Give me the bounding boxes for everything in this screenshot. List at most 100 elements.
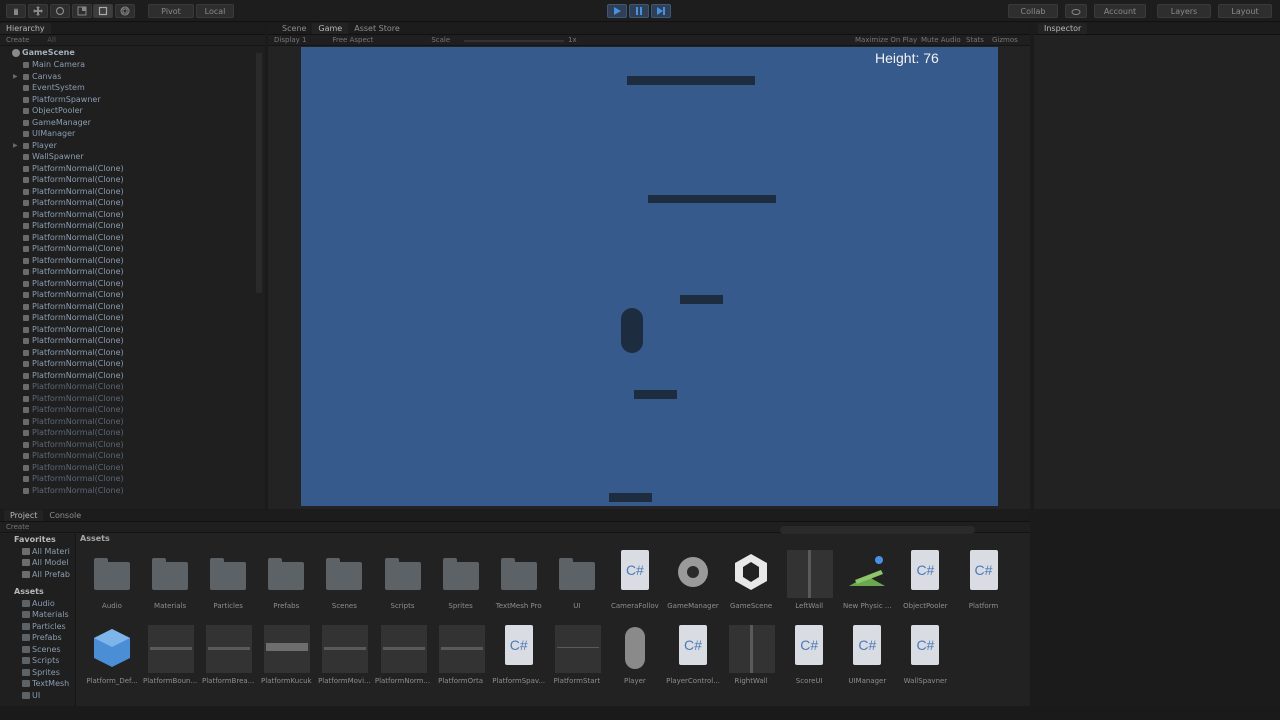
hierarchy-item[interactable]: PlatformNormal(Clone)	[0, 163, 265, 175]
hierarchy-item[interactable]: PlatformNormal(Clone)	[0, 393, 265, 405]
asset-item[interactable]: UI	[548, 550, 606, 610]
hierarchy-item[interactable]: PlatformNormal(Clone)	[0, 416, 265, 428]
folder-tree-item[interactable]: Prefabs	[0, 632, 75, 644]
hierarchy-scrollbar[interactable]	[256, 53, 262, 293]
hierarchy-create-button[interactable]: Create	[6, 36, 29, 44]
hierarchy-item[interactable]: PlatformNormal(Clone)	[0, 473, 265, 485]
tab-inspector[interactable]: Inspector	[1038, 23, 1088, 34]
hierarchy-item[interactable]: WallSpawner	[0, 151, 265, 163]
asset-item[interactable]: Player	[606, 625, 664, 685]
tab-scene[interactable]: Scene	[276, 23, 312, 34]
favorite-item[interactable]: All Materi	[0, 546, 75, 558]
project-search-input[interactable]	[780, 526, 975, 534]
pivot-toggle[interactable]: Pivot	[148, 4, 194, 18]
asset-item[interactable]: Scenes	[315, 550, 373, 610]
asset-item[interactable]: Particles	[199, 550, 257, 610]
hierarchy-item[interactable]: PlatformNormal(Clone)	[0, 450, 265, 462]
hierarchy-item[interactable]: ▶ Canvas	[0, 71, 265, 83]
hierarchy-item[interactable]: PlatformNormal(Clone)	[0, 243, 265, 255]
asset-item[interactable]: Materials	[141, 550, 199, 610]
asset-item[interactable]: Scripts	[374, 550, 432, 610]
mute-audio-toggle[interactable]: Mute Audio	[921, 36, 961, 44]
hierarchy-item[interactable]: PlatformNormal(Clone)	[0, 289, 265, 301]
hierarchy-item[interactable]: PlatformNormal(Clone)	[0, 439, 265, 451]
asset-item[interactable]: C# ObjectPooler	[896, 550, 954, 610]
asset-item[interactable]: New Physic ...	[838, 550, 896, 610]
asset-item[interactable]: PlatformNorm...	[374, 625, 432, 685]
collab-dropdown[interactable]: Collab	[1008, 4, 1058, 18]
asset-item[interactable]: Prefabs	[257, 550, 315, 610]
asset-item[interactable]: PlatformMovi...	[315, 625, 373, 685]
favorite-item[interactable]: All Prefab	[0, 569, 75, 581]
asset-item[interactable]: Platform_Def...	[83, 625, 141, 685]
project-create-button[interactable]: Create	[6, 523, 29, 531]
hierarchy-item[interactable]: PlatformNormal(Clone)	[0, 266, 265, 278]
transform-tool-button[interactable]	[115, 4, 135, 18]
hierarchy-item[interactable]: PlatformNormal(Clone)	[0, 404, 265, 416]
asset-item[interactable]: PlatformBoun...	[141, 625, 199, 685]
scale-slider[interactable]	[464, 40, 564, 42]
play-button[interactable]	[607, 4, 627, 18]
hierarchy-item[interactable]: PlatformNormal(Clone)	[0, 358, 265, 370]
asset-item[interactable]: GameScene	[722, 550, 780, 610]
folder-tree-item[interactable]: Sprites	[0, 667, 75, 679]
hierarchy-item[interactable]: PlatformNormal(Clone)	[0, 197, 265, 209]
hierarchy-item[interactable]: PlatformNormal(Clone)	[0, 209, 265, 221]
hierarchy-item[interactable]: PlatformNormal(Clone)	[0, 220, 265, 232]
pause-button[interactable]	[629, 4, 649, 18]
asset-item[interactable]: GameManager	[664, 550, 722, 610]
tab-hierarchy[interactable]: Hierarchy	[0, 23, 51, 34]
gizmos-dropdown[interactable]: Gizmos	[992, 36, 1018, 44]
hierarchy-item[interactable]: PlatformNormal(Clone)	[0, 301, 265, 313]
tab-console[interactable]: Console	[43, 510, 87, 521]
hierarchy-item[interactable]: PlatformNormal(Clone)	[0, 324, 265, 336]
asset-item[interactable]: PlatformOrta	[432, 625, 490, 685]
folder-tree-item[interactable]: Particles	[0, 621, 75, 633]
hierarchy-item[interactable]: PlatformNormal(Clone)	[0, 186, 265, 198]
layout-dropdown[interactable]: Layout	[1218, 4, 1272, 18]
rotate-tool-button[interactable]	[50, 4, 70, 18]
asset-item[interactable]: Sprites	[432, 550, 490, 610]
hierarchy-item[interactable]: ObjectPooler	[0, 105, 265, 117]
hierarchy-item[interactable]: Main Camera	[0, 59, 265, 71]
asset-item[interactable]: C# UIManager	[838, 625, 896, 685]
hand-tool-button[interactable]	[6, 4, 26, 18]
asset-item[interactable]: TextMesh Pro	[490, 550, 548, 610]
favorite-item[interactable]: All Model	[0, 557, 75, 569]
hierarchy-item[interactable]: PlatformNormal(Clone)	[0, 370, 265, 382]
folder-tree-item[interactable]: TextMesh	[0, 678, 75, 690]
asset-item[interactable]: C# Platform	[955, 550, 1013, 610]
tab-game[interactable]: Game	[312, 23, 349, 34]
asset-item[interactable]: PlatformBrea...	[199, 625, 257, 685]
expand-arrow-icon[interactable]: ▶	[13, 140, 18, 152]
hierarchy-item[interactable]: PlatformNormal(Clone)	[0, 278, 265, 290]
stats-toggle[interactable]: Stats	[966, 36, 984, 44]
asset-item[interactable]: C# PlayerControl...	[664, 625, 722, 685]
hierarchy-item[interactable]: PlatformNormal(Clone)	[0, 462, 265, 474]
hierarchy-item[interactable]: ▶ Player	[0, 140, 265, 152]
step-button[interactable]	[651, 4, 671, 18]
move-tool-button[interactable]	[28, 4, 48, 18]
asset-item[interactable]: PlatformKucuk	[257, 625, 315, 685]
maximize-on-play-toggle[interactable]: Maximize On Play	[855, 36, 917, 44]
folder-tree-item[interactable]: UI	[0, 690, 75, 702]
tab-project[interactable]: Project	[4, 510, 44, 521]
project-breadcrumb[interactable]: Assets	[80, 534, 110, 543]
hierarchy-search-input[interactable]: All	[47, 36, 56, 44]
asset-item[interactable]: PlatformStart	[548, 625, 606, 685]
favorites-header[interactable]: Favorites	[0, 534, 75, 546]
rect-tool-button[interactable]	[93, 4, 113, 18]
hierarchy-item[interactable]: PlatformNormal(Clone)	[0, 174, 265, 186]
asset-item[interactable]: C# PlatformSpav...	[490, 625, 548, 685]
tab-asset-store[interactable]: Asset Store	[348, 23, 406, 34]
account-dropdown[interactable]: Account	[1094, 4, 1146, 18]
scale-tool-button[interactable]	[72, 4, 92, 18]
hierarchy-item[interactable]: PlatformNormal(Clone)	[0, 381, 265, 393]
hierarchy-item[interactable]: PlatformNormal(Clone)	[0, 335, 265, 347]
asset-item[interactable]: C# CameraFollov	[606, 550, 664, 610]
hierarchy-item[interactable]: PlatformNormal(Clone)	[0, 347, 265, 359]
hierarchy-item[interactable]: EventSystem	[0, 82, 265, 94]
assets-header[interactable]: Assets	[0, 586, 75, 598]
hierarchy-item[interactable]: PlatformNormal(Clone)	[0, 427, 265, 439]
hierarchy-item[interactable]: GameManager	[0, 117, 265, 129]
